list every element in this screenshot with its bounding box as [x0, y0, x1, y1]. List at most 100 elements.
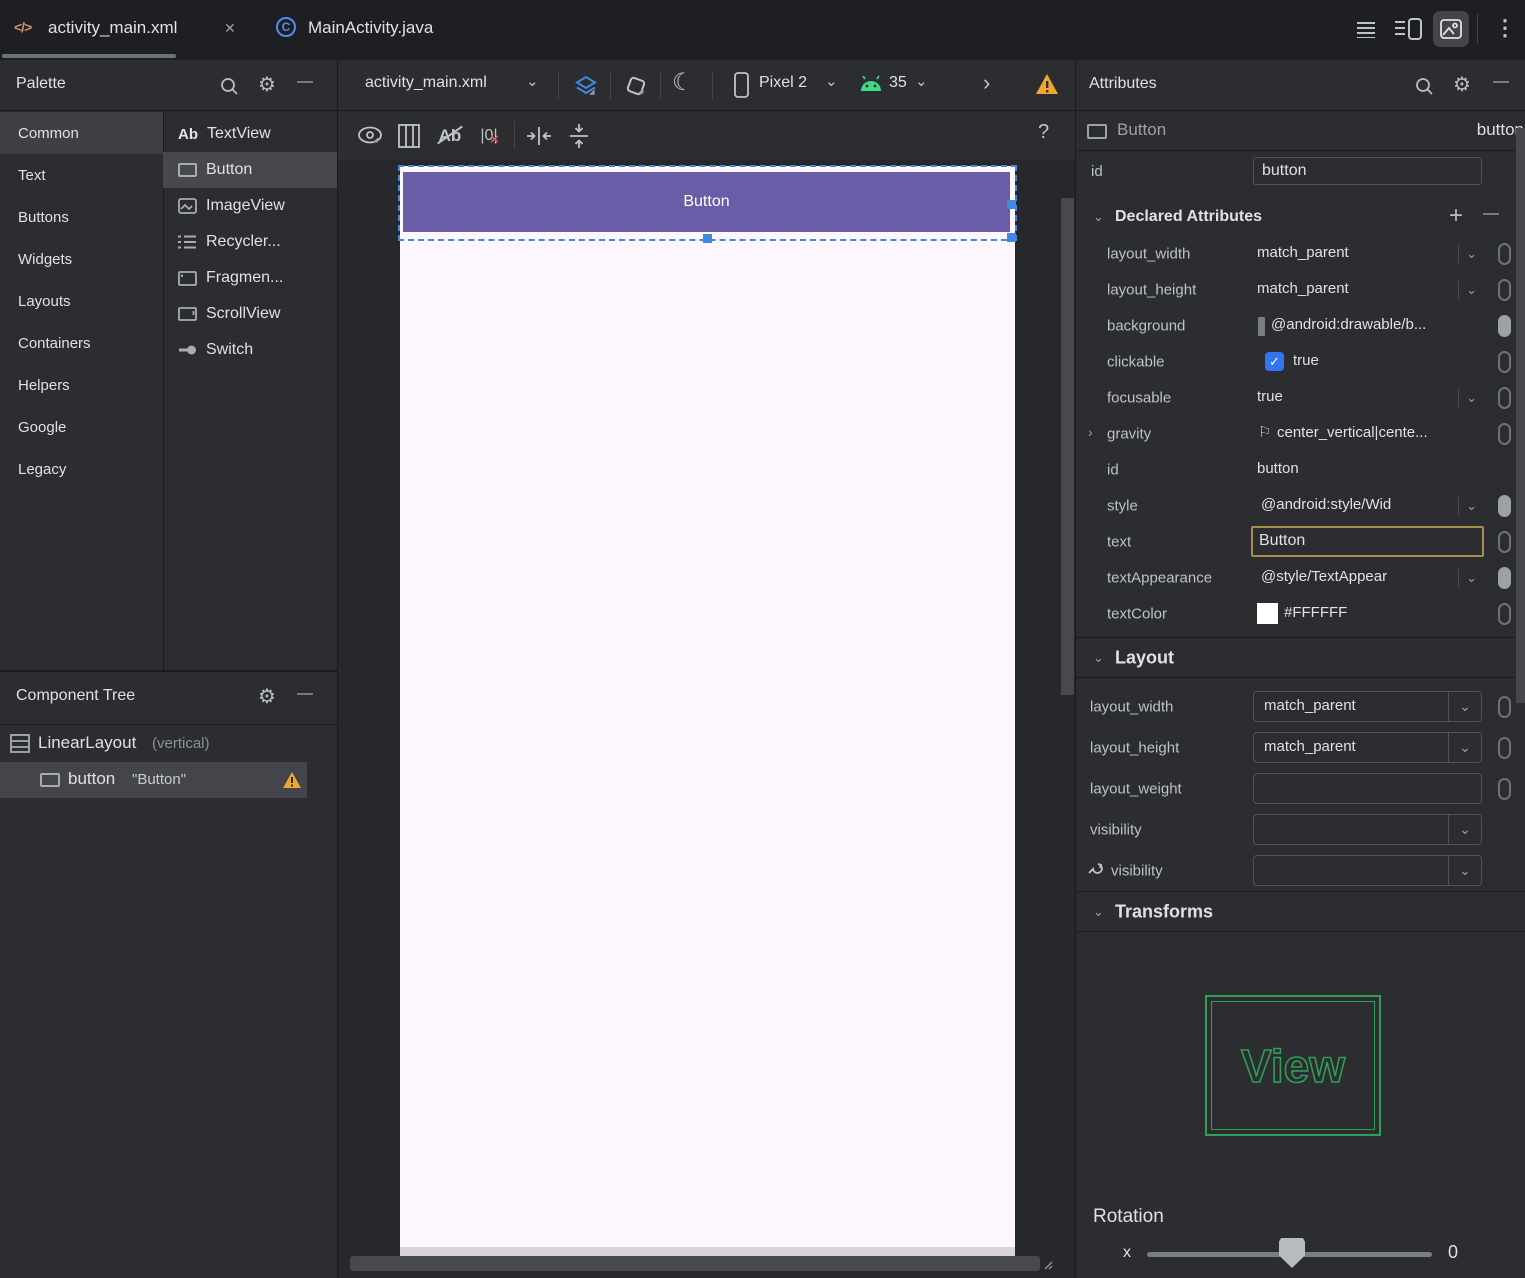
attr-row-focusable[interactable]: focusable true ⌄	[1075, 380, 1525, 416]
help-icon[interactable]: ?	[1038, 121, 1049, 144]
selection-handle-bottom-right[interactable]	[1007, 233, 1016, 242]
tree-node-button[interactable]: button "Button"	[0, 762, 307, 798]
dropdown-icon[interactable]: ⌄	[1458, 567, 1477, 589]
center-horizontally-icon[interactable]	[524, 123, 554, 149]
chevron-down-icon[interactable]: ⌄	[1448, 692, 1481, 721]
namespace-pill-icon[interactable]	[1498, 603, 1511, 625]
code-view-button[interactable]	[1352, 15, 1380, 43]
id-input[interactable]: button	[1253, 157, 1482, 185]
palette-item-textview[interactable]: Ab TextView	[163, 116, 337, 152]
namespace-pill-icon[interactable]	[1498, 279, 1511, 301]
layout-section-header[interactable]: ⌄ Layout	[1075, 639, 1525, 677]
chevron-down-icon[interactable]: ⌄	[1448, 856, 1481, 885]
tree-node-linearlayout[interactable]: LinearLayout (vertical)	[0, 726, 307, 762]
device-selector[interactable]: Pixel 2	[759, 74, 807, 92]
search-icon[interactable]	[1413, 75, 1435, 97]
attr-row-text[interactable]: text Button	[1075, 524, 1525, 560]
chevron-down-icon[interactable]: ⌄	[1448, 815, 1481, 844]
toggle-sample-text-icon[interactable]: Ab	[433, 121, 467, 151]
remove-attribute-icon[interactable]: —	[1483, 205, 1499, 223]
namespace-pill-icon[interactable]	[1498, 495, 1511, 517]
rotation-slider-handle[interactable]	[1279, 1238, 1305, 1268]
palette-category-text[interactable]: Text	[0, 154, 163, 196]
palette-item-recyclerview[interactable]: Recycler...	[163, 224, 337, 260]
expand-chevron-icon[interactable]: ›	[1088, 424, 1093, 440]
attr-row-background[interactable]: background @android:drawable/b...	[1075, 308, 1525, 344]
palette-item-fragment[interactable]: Fragmen...	[163, 260, 337, 296]
tab-activity-main-xml[interactable]: </> activity_main.xml ✕	[0, 0, 256, 60]
vertical-scrollbar[interactable]	[1061, 198, 1074, 695]
text-input-focused[interactable]: Button	[1251, 526, 1484, 557]
namespace-pill-icon[interactable]	[1498, 387, 1511, 409]
palette-item-imageview[interactable]: ImageView	[163, 188, 337, 224]
attributes-scrollbar[interactable]	[1516, 128, 1525, 703]
view-options-icon[interactable]	[356, 123, 386, 149]
center-vertically-icon[interactable]	[564, 123, 594, 149]
palette-category-layouts[interactable]: Layouts	[0, 280, 163, 322]
dropdown-icon[interactable]: ⌄	[1458, 243, 1477, 265]
dropdown-icon[interactable]: ⌄	[1458, 495, 1477, 517]
attr-row-id[interactable]: id button	[1075, 452, 1525, 488]
transforms-section-header[interactable]: ⌄ Transforms	[1075, 893, 1525, 931]
namespace-pill-icon[interactable]	[1498, 351, 1511, 373]
palette-category-buttons[interactable]: Buttons	[0, 196, 163, 238]
add-attribute-icon[interactable]: +	[1449, 202, 1463, 230]
tab-mainactivity-java[interactable]: C MainActivity.java	[270, 0, 470, 60]
design-surface-selector-icon[interactable]	[571, 71, 601, 101]
selection-handle-bottom-center[interactable]	[703, 234, 712, 243]
file-selector[interactable]: activity_main.xml	[365, 74, 487, 92]
palette-item-button[interactable]: Button	[163, 152, 337, 188]
layout-row-tools-visibility[interactable]: visibility ⌄	[1075, 850, 1525, 891]
gear-icon[interactable]: ⚙	[1453, 72, 1471, 97]
palette-category-common[interactable]: Common	[0, 112, 163, 154]
layout-row-weight[interactable]: layout_weight	[1075, 768, 1525, 809]
declared-attributes-header[interactable]: ⌄ Declared Attributes + —	[1075, 198, 1525, 236]
palette-item-switch[interactable]: Switch	[163, 332, 337, 368]
namespace-pill-icon[interactable]	[1498, 736, 1511, 759]
layout-row-height[interactable]: layout_height match_parent ⌄	[1075, 727, 1525, 768]
toolbar-overflow-chevron[interactable]: ›	[983, 70, 990, 96]
night-mode-icon[interactable]: ☾	[672, 68, 694, 97]
namespace-pill-icon[interactable]	[1498, 243, 1511, 265]
dropdown-icon[interactable]: ⌄	[1458, 279, 1477, 301]
namespace-pill-icon[interactable]	[1498, 695, 1511, 718]
kebab-menu-icon[interactable]: ⋮	[1494, 15, 1516, 41]
minimize-icon[interactable]: —	[297, 685, 313, 703]
attr-row-gravity[interactable]: › gravity ⚐ center_vertical|cente...	[1075, 416, 1525, 452]
orientation-icon[interactable]	[621, 71, 651, 101]
split-view-button[interactable]	[1392, 15, 1424, 43]
palette-item-scrollview[interactable]: ScrollView	[163, 296, 337, 332]
minimize-icon[interactable]: —	[1493, 73, 1509, 91]
attr-row-layout-height[interactable]: layout_height match_parent ⌄	[1075, 272, 1525, 308]
attr-row-style[interactable]: style @android:style/Wid ⌄	[1075, 488, 1525, 524]
attr-row-textcolor[interactable]: textColor #FFFFFF	[1075, 596, 1525, 632]
palette-category-helpers[interactable]: Helpers	[0, 364, 163, 406]
checkbox-checked[interactable]: ✓	[1265, 352, 1284, 371]
namespace-pill-icon[interactable]	[1498, 531, 1511, 553]
layout-row-visibility[interactable]: visibility ⌄	[1075, 809, 1525, 850]
visibility-combo[interactable]: ⌄	[1253, 814, 1482, 845]
orientation-columns-icon[interactable]	[396, 123, 422, 149]
selection-handle-right-center[interactable]	[1007, 200, 1016, 209]
namespace-pill-icon[interactable]	[1498, 777, 1511, 800]
device-screen[interactable]	[400, 166, 1015, 1258]
layout-height-combo[interactable]: match_parent ⌄	[1253, 732, 1482, 763]
layout-weight-input[interactable]	[1253, 773, 1482, 804]
horizontal-scrollbar[interactable]	[350, 1256, 1040, 1271]
palette-category-containers[interactable]: Containers	[0, 322, 163, 364]
namespace-pill-icon[interactable]	[1498, 567, 1511, 589]
layout-row-width[interactable]: layout_width match_parent ⌄	[1075, 686, 1525, 727]
layout-width-combo[interactable]: match_parent ⌄	[1253, 691, 1482, 722]
design-view-button[interactable]	[1433, 11, 1469, 47]
gear-icon[interactable]: ⚙	[258, 684, 276, 709]
selection-outline[interactable]	[398, 165, 1017, 241]
palette-category-widgets[interactable]: Widgets	[0, 238, 163, 280]
namespace-pill-icon[interactable]	[1498, 315, 1511, 337]
tools-visibility-combo[interactable]: ⌄	[1253, 855, 1482, 886]
dropdown-icon[interactable]: ⌄	[1458, 387, 1477, 409]
close-icon[interactable]: ✕	[224, 20, 236, 37]
color-swatch[interactable]	[1257, 603, 1278, 624]
attr-row-clickable[interactable]: clickable ✓ true	[1075, 344, 1525, 380]
palette-category-google[interactable]: Google	[0, 406, 163, 448]
palette-category-legacy[interactable]: Legacy	[0, 448, 163, 490]
